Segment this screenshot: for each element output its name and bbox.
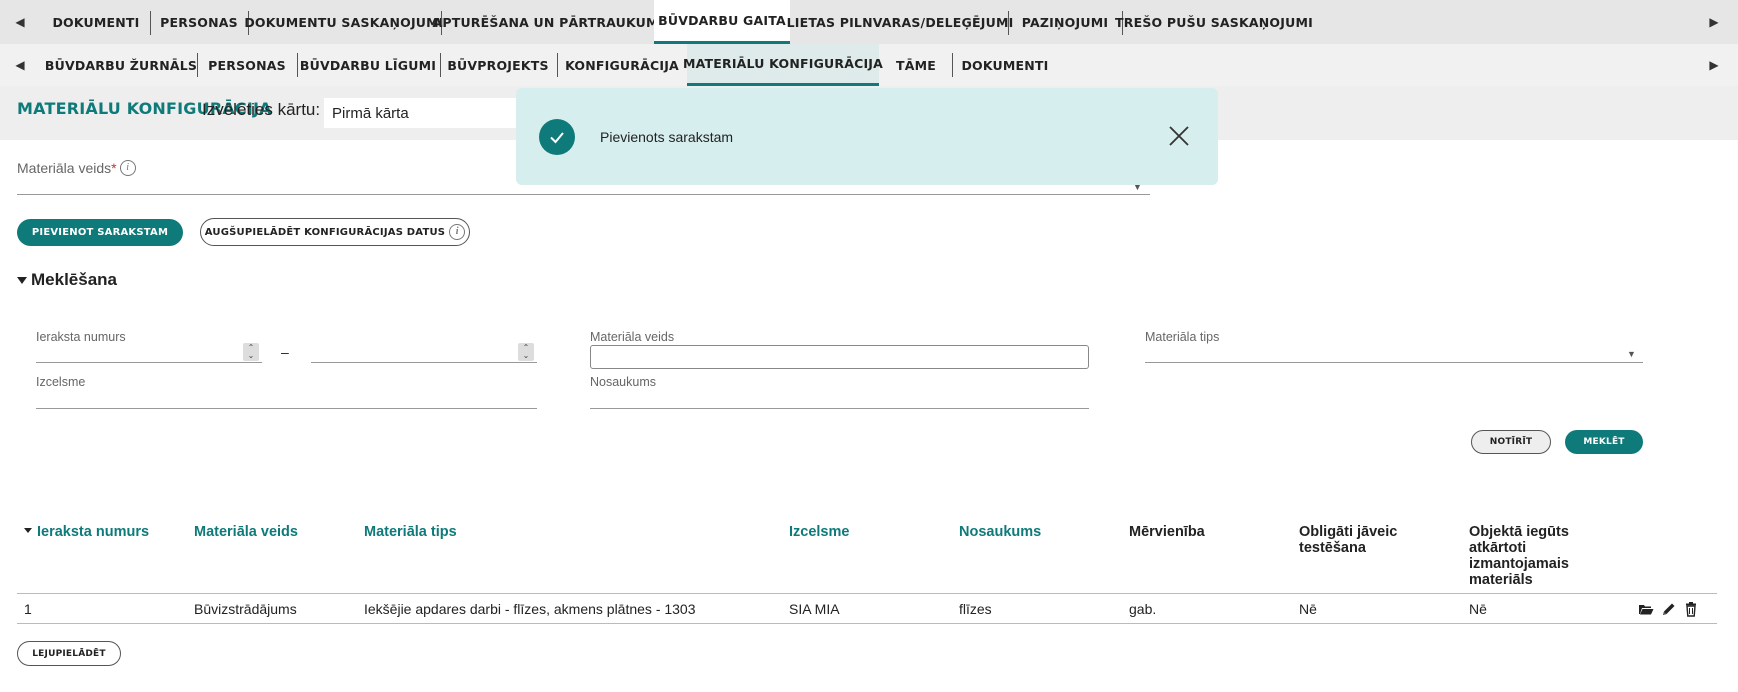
cell-origin: SIA MIA [789,601,840,617]
subtab-tame[interactable]: TĀME [882,44,950,86]
cell-material-type: Būvizstrādājums [194,601,297,617]
scroll-left-icon[interactable]: ◀ [10,12,30,32]
name-input[interactable] [590,408,1089,409]
name-label: Nosaukums [590,375,656,389]
tab-divider [150,11,151,35]
delete-trash-icon[interactable] [1683,601,1699,617]
tab-divider [952,53,953,77]
record-number-label: Ieraksta numurs [36,330,126,344]
tab-divider [557,53,558,77]
tab-personas[interactable]: PERSONAS [152,0,246,44]
subtab-materialu-konfiguracija[interactable]: MATERIĀLU KONFIGURĀCIJA [683,44,883,86]
tab-divider [297,53,298,77]
add-to-list-button[interactable]: PIEVIENOT SARAKSTAM [17,219,183,246]
open-folder-icon[interactable] [1638,601,1654,617]
search-material-type-label: Materiāla veids [590,330,675,344]
close-icon[interactable] [1167,124,1191,148]
stepper-icon[interactable]: ⌃ ⌄ [518,343,534,361]
material-kind-select[interactable] [1145,362,1643,363]
search-button[interactable]: MEKLĒT [1565,430,1643,454]
column-header-mandatory-testing: Obligāti jāveic testēšana [1299,524,1398,556]
range-dash: – [281,344,289,360]
subtab-konfiguracija[interactable]: KONFIGURĀCIJA [560,44,684,86]
cell-material-kind: Iekšējie apdares darbi - flīzes, akmens … [364,601,696,617]
tab-apturesana[interactable]: APTURĒŠANA UN PĀRTRAUKUMI [433,0,664,44]
cell-mandatory-testing: Nē [1299,601,1317,617]
clear-button[interactable]: NOTĪRĪT [1471,430,1551,454]
tab-divider [440,53,441,77]
record-number-from-input[interactable] [36,362,262,363]
scroll-left-icon[interactable]: ◀ [10,55,30,75]
cell-name: flīzes [959,601,992,617]
column-header-unit: Mērvienība [1129,524,1205,540]
subtab-personas[interactable]: PERSONAS [200,44,294,86]
info-icon[interactable]: i [449,224,466,240]
column-header-material-kind[interactable]: Materiāla tips [364,524,564,540]
origin-input[interactable] [36,408,537,409]
upload-config-button[interactable]: AUGŠUPIELĀDĒT KONFIGURĀCIJAS DATUS i [200,218,470,246]
column-header-origin[interactable]: Izcelsme [789,524,939,540]
table-divider [17,593,1717,594]
column-header-record-number[interactable]: Ieraksta numurs [24,524,174,540]
table-divider [17,623,1717,624]
info-icon[interactable]: i [119,160,136,176]
search-section-toggle[interactable]: Meklēšana [17,270,117,290]
material-type-label: Materiāla veids* i [17,160,136,176]
tab-pazinojumi[interactable]: PAZIŅOJUMI [1010,0,1120,44]
edit-pencil-icon[interactable] [1661,601,1677,617]
search-material-type-input[interactable] [590,345,1089,369]
tab-dokumentu-saskanojumi[interactable]: DOKUMENTU SASKAŅOJUMI [244,0,443,44]
subtab-buvdarbu-zurnals[interactable]: BŪVDARBU ŽURNĀLS [45,44,197,86]
cell-unit: gab. [1129,601,1157,617]
column-header-name[interactable]: Nosaukums [959,524,1109,540]
tab-lietas-pilnvaras[interactable]: LIETAS PILNVARAS/DELEĢĒJUMI [787,0,1014,44]
toast-message: Pievienots sarakstam [600,129,734,145]
tab-dokumenti[interactable]: DOKUMENTI [46,0,146,44]
sub-navigation: ◀ BŪVDARBU ŽURNĀLS PERSONAS BŪVDARBU LĪG… [0,44,1738,86]
subtab-dokumenti[interactable]: DOKUMENTI [955,44,1055,86]
cell-reusable-material: Nē [1469,601,1487,617]
column-header-reusable-material: Objektā iegūts atkārtoti izmantojamais m… [1469,524,1569,588]
subtab-buvdarbu-ligumi[interactable]: BŪVDARBU LĪGUMI [300,44,436,86]
material-type-select[interactable] [17,194,1150,195]
check-icon [539,119,575,155]
sort-desc-icon [24,528,32,533]
stepper-icon[interactable]: ⌃ ⌄ [243,343,259,361]
scroll-right-icon[interactable]: ▶ [1704,55,1724,75]
stage-value: Pirmā kārta [332,104,409,122]
column-header-material-type[interactable]: Materiāla veids [194,524,344,540]
tab-divider [1008,11,1009,35]
cell-record-number: 1 [24,601,32,617]
stage-label: Izvēlēties kārtu: [202,100,321,119]
tab-buvdarbu-gaita[interactable]: BŪVDARBU GAITA [654,0,790,44]
dropdown-caret-icon[interactable]: ▼ [1627,349,1636,359]
origin-label: Izcelsme [36,375,86,389]
required-mark: * [111,160,117,176]
tab-divider [197,53,198,77]
caret-down-icon [17,277,27,285]
download-button[interactable]: LEJUPIELĀDĒT [17,641,121,666]
tab-treso-pusu[interactable]: TREŠO PUŠU SASKAŅOJUMI [1115,0,1313,44]
material-kind-label: Materiāla tips [1145,330,1220,344]
record-number-to-input[interactable] [311,362,537,363]
top-navigation: ◀ DOKUMENTI PERSONAS DOKUMENTU SASKAŅOJU… [0,0,1738,44]
scroll-right-icon[interactable]: ▶ [1704,12,1724,32]
subtab-buvprojekts[interactable]: BŪVPROJEKTS [443,44,553,86]
